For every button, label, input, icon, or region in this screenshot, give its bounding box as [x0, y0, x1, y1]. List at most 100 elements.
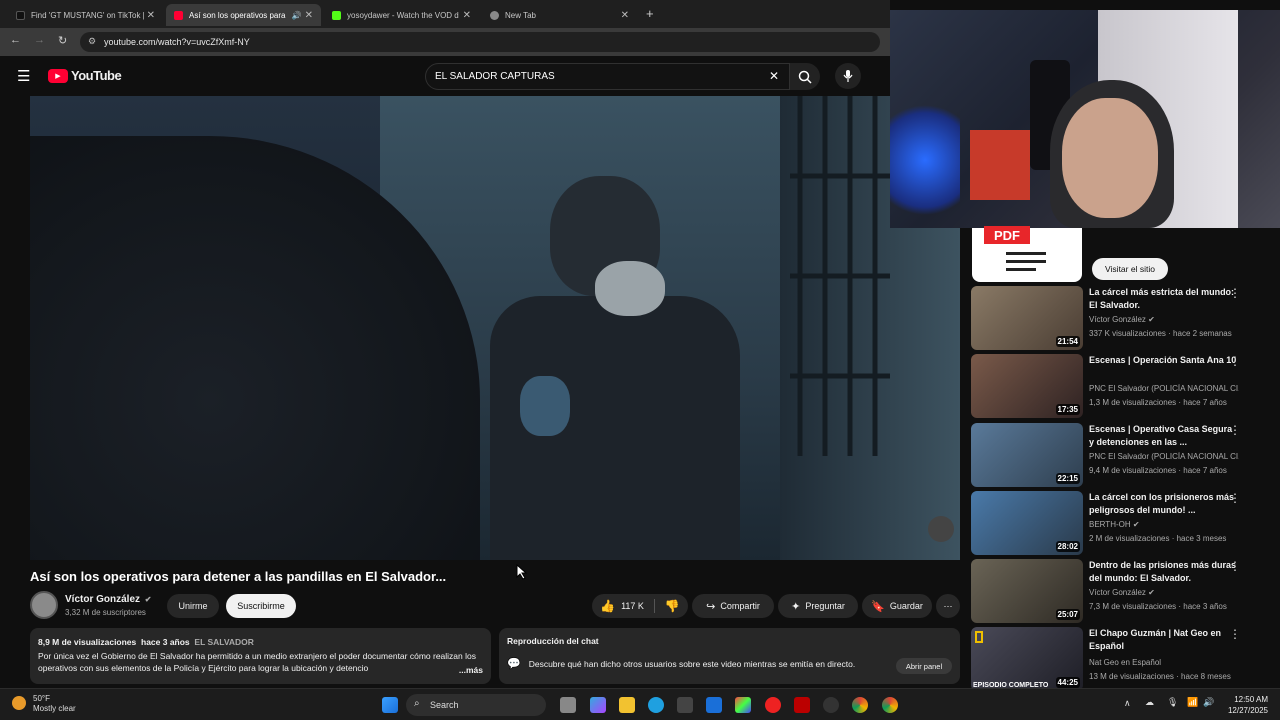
openai-icon[interactable] [823, 697, 839, 713]
close-icon[interactable]: ✕ [305, 10, 313, 21]
share-button[interactable]: ↪ Compartir [692, 594, 774, 618]
chat-replay-row: 💬 Descubre qué han dicho otros usuarios … [507, 657, 952, 670]
clock[interactable]: 12:50 AM 12/27/2025 [1218, 694, 1268, 716]
recommendation-item[interactable]: 17:35 Escenas | Operación Santa Ana 10 P… [971, 354, 1271, 418]
taskbar-search[interactable]: ⌕ Search [406, 694, 546, 716]
video-thumbnail[interactable]: 21:54 [971, 286, 1083, 350]
close-icon[interactable]: ✕ [147, 10, 155, 21]
save-label: Guardar [889, 601, 923, 611]
channel-watermark-icon[interactable] [928, 516, 954, 542]
kebab-menu-icon[interactable]: ⋮ [1229, 491, 1241, 505]
voice-search-button[interactable] [835, 63, 861, 89]
recommendation-item[interactable]: EPISODIO COMPLETO 44:25 El Chapo Guzmán … [971, 627, 1271, 691]
video-thumbnail[interactable]: 22:15 [971, 423, 1083, 487]
netflix-icon[interactable] [794, 697, 810, 713]
duration-badge: 44:25 [1055, 677, 1080, 688]
webcam-snack-bag [970, 130, 1030, 200]
recommendation-title: La cárcel más estricta del mundo: El Sal… [1089, 287, 1235, 310]
new-tab-plus-icon[interactable]: + [646, 6, 654, 21]
copilot-icon[interactable] [590, 697, 606, 713]
outlook-icon[interactable] [706, 697, 722, 713]
ask-button[interactable]: ✦ Preguntar [778, 594, 858, 618]
description-box[interactable]: 8,9 M de visualizaciones hace 3 años EL … [30, 628, 491, 684]
tab-youtube[interactable]: Así son los operativos para 🔊 ✕ [166, 4, 321, 26]
tab-tiktok[interactable]: Find 'GT MUSTANG' on TikTok | ✕ [8, 4, 163, 26]
video-thumbnail[interactable]: 28:02 [971, 491, 1083, 555]
channel-avatar[interactable] [30, 591, 58, 619]
kebab-menu-icon[interactable]: ⋮ [1229, 627, 1241, 641]
speaker-icon[interactable]: 🔊 [292, 11, 302, 20]
kebab-menu-icon[interactable]: ⋮ [1229, 286, 1241, 300]
tray-chevron-icon[interactable]: ∧ [1124, 698, 1131, 709]
wifi-icon[interactable]: 📶 [1187, 697, 1198, 708]
open-panel-button[interactable]: Abrir panel [896, 658, 952, 674]
recommendation-stats: 337 K visualizaciones · hace 2 semanas [1089, 329, 1232, 338]
youtube-icon [174, 10, 183, 20]
kebab-menu-icon[interactable]: ⋮ [1229, 423, 1241, 437]
recommendation-stats: 1,3 M de visualizaciones · hace 7 años [1089, 398, 1227, 407]
windows-start-icon[interactable] [382, 697, 398, 713]
weather-moon-icon [12, 696, 26, 710]
menu-icon[interactable]: ☰ [17, 67, 30, 85]
file-explorer-icon[interactable] [619, 697, 635, 713]
back-arrow-icon[interactable]: ← [10, 34, 21, 46]
show-more-link[interactable]: ...más [455, 664, 483, 676]
hashtag-link[interactable]: EL SALVADOR [194, 637, 254, 647]
like-button[interactable]: 👍 117 K [600, 599, 655, 613]
recommendation-stats: 7,3 M de visualizaciones · hace 3 años [1089, 602, 1227, 611]
chrome-profile-icon[interactable] [882, 697, 898, 713]
reload-icon[interactable]: ↻ [58, 34, 67, 47]
channel-name[interactable]: Víctor González ✔ [65, 594, 152, 605]
url-bar[interactable]: ⚙ youtube.com/watch?v=uvcZfXmf-NY [80, 32, 880, 52]
ad-thumbnail[interactable]: PDF [972, 226, 1082, 282]
video-thumbnail[interactable]: EPISODIO COMPLETO 44:25 [971, 627, 1083, 691]
recommendation-item[interactable]: 25:07 Dentro de las prisiones más duras … [971, 559, 1271, 623]
youtube-logo[interactable]: ▶ YouTube [48, 68, 122, 83]
recommendation-item[interactable]: 22:15 Escenas | Operativo Casa Segura y … [971, 423, 1271, 487]
doc-line-icon [1006, 268, 1036, 271]
subscribe-button[interactable]: Suscribirme [226, 594, 296, 618]
kebab-menu-icon[interactable]: ⋮ [1229, 559, 1241, 573]
recommendation-title: Escenas | Operativo Casa Segura y detenc… [1089, 424, 1233, 447]
tab-label: Find 'GT MUSTANG' on TikTok | [31, 10, 145, 20]
video-player[interactable] [30, 96, 960, 560]
windows-taskbar: 50°F Mostly clear ⌕ Search ∧ ☁ 🎙 📶 🔊 12:… [0, 688, 1280, 720]
webcam-led-glow [890, 90, 960, 228]
mic-tray-icon[interactable]: 🎙 [1167, 697, 1178, 708]
channel-text: Víctor González [1089, 315, 1146, 324]
search-input[interactable]: EL SALADOR CAPTURAS ✕ [425, 63, 790, 90]
recommendation-channel: BERTH-OH ✔ [1089, 520, 1239, 529]
close-icon[interactable]: ✕ [621, 10, 629, 21]
join-button[interactable]: Unirme [167, 594, 219, 618]
recommendation-stats: 9,4 M de visualizaciones · hace 7 años [1089, 466, 1227, 475]
channel-name-text: Víctor González [65, 594, 141, 605]
forward-arrow-icon[interactable]: → [34, 34, 45, 46]
tab-new[interactable]: New Tab ✕ [482, 4, 637, 26]
task-view-icon[interactable] [560, 697, 576, 713]
search-button[interactable] [790, 63, 820, 90]
cloud-icon[interactable]: ☁ [1145, 697, 1154, 708]
more-dots-icon: ⋯ [943, 600, 953, 611]
recommendation-item[interactable]: 21:54 La cárcel más estricta del mundo: … [971, 286, 1271, 350]
more-actions-button[interactable]: ⋯ [936, 594, 960, 618]
save-button[interactable]: 🔖 Guardar [862, 594, 932, 618]
edge-icon[interactable] [648, 697, 664, 713]
video-thumbnail[interactable]: 25:07 [971, 559, 1083, 623]
clear-search-icon[interactable]: ✕ [769, 69, 779, 83]
pdf-badge: PDF [984, 226, 1030, 244]
store-icon[interactable] [677, 697, 693, 713]
tab-kick[interactable]: yosoydawer - Watch the VOD d ✕ [324, 4, 479, 26]
close-icon[interactable]: ✕ [463, 10, 471, 21]
visit-site-button[interactable]: Visitar el sitio [1092, 258, 1168, 280]
thumbs-down-icon[interactable]: 👎 [655, 599, 680, 613]
kebab-menu-icon[interactable]: ⋮ [1229, 354, 1241, 368]
site-info-icon[interactable]: ⚙ [88, 36, 96, 47]
recommendation-item[interactable]: 28:02 La cárcel con los prisioneros más … [971, 491, 1271, 555]
chrome-icon[interactable] [852, 697, 868, 713]
weather-widget[interactable]: 50°F Mostly clear [12, 694, 76, 714]
ask-label: Preguntar [805, 601, 845, 611]
photos-icon[interactable] [735, 697, 751, 713]
volume-icon[interactable]: 🔊 [1203, 697, 1214, 708]
youtube-app-icon[interactable] [765, 697, 781, 713]
video-thumbnail[interactable]: 17:35 [971, 354, 1083, 418]
